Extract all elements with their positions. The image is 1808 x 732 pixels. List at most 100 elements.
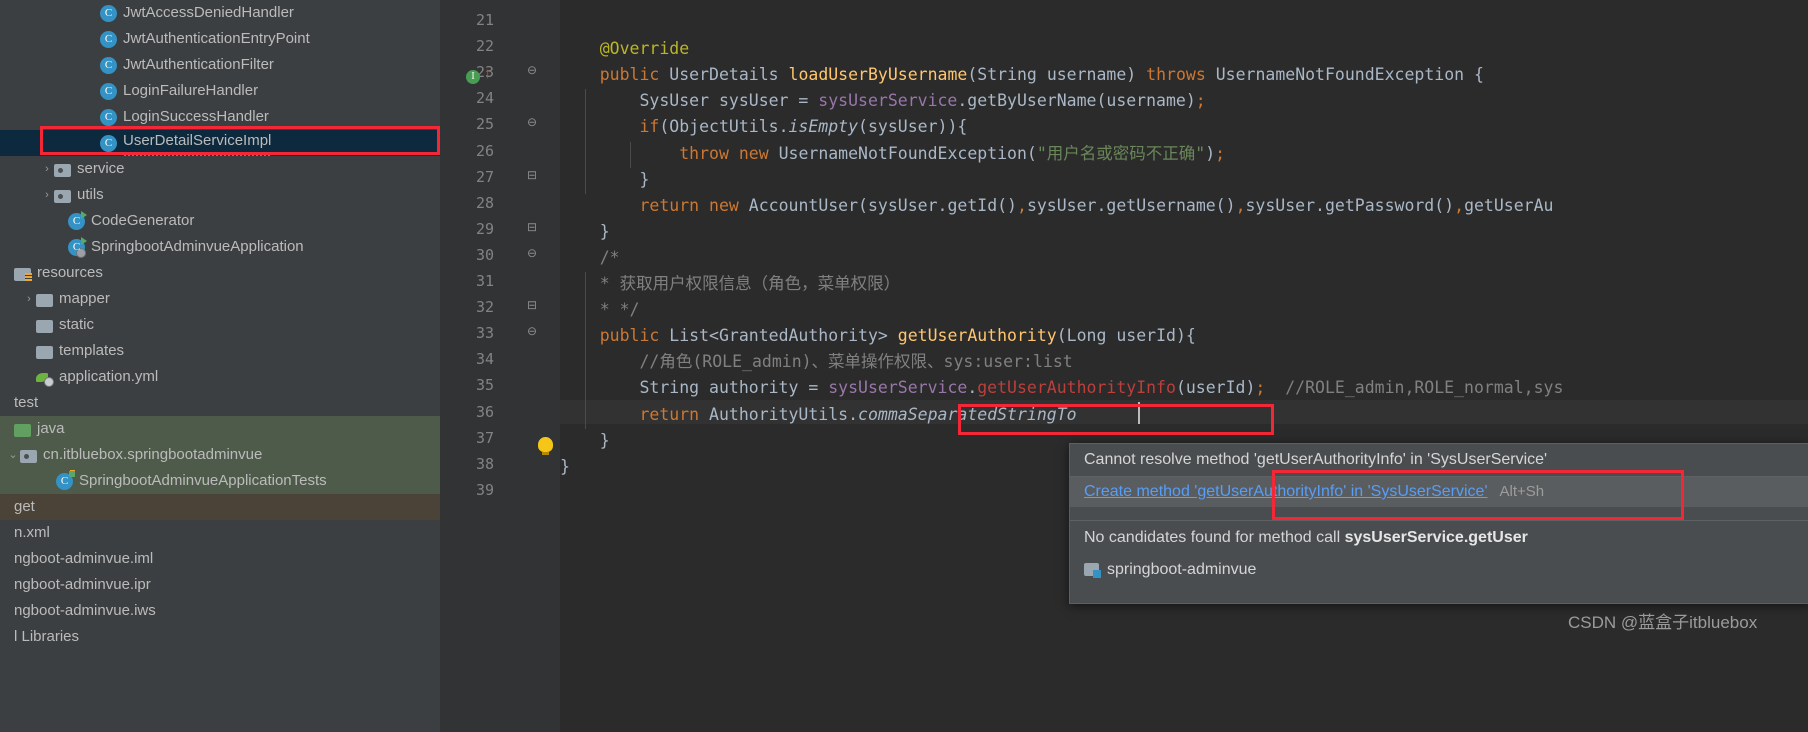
code-fold-toggle[interactable]: ⊟: [524, 220, 540, 234]
tree-item-codegenerator[interactable]: CodeGenerator: [0, 208, 440, 234]
tree-item-static[interactable]: static: [0, 312, 440, 338]
tree-item-label: JwtAuthenticationEntryPoint: [123, 30, 310, 47]
tree-item-n-xml[interactable]: n.xml: [0, 520, 440, 546]
code-line[interactable]: public List<GrantedAuthority> getUserAut…: [560, 324, 1196, 348]
line-number: 32: [475, 298, 494, 317]
code-fold-toggle[interactable]: ⊖: [524, 63, 540, 77]
code-line[interactable]: SysUser sysUser = sysUserService.getByUs…: [560, 89, 1205, 113]
indent-guide: [630, 141, 631, 168]
package-icon: [20, 449, 37, 463]
tree-item-label: CodeGenerator: [91, 212, 195, 229]
intention-bulb-icon[interactable]: [538, 437, 553, 455]
popup-quickfix-action[interactable]: Create method 'getUserAuthorityInfo' in …: [1070, 477, 1808, 507]
line-number: 33: [475, 324, 494, 343]
code-line[interactable]: * 获取用户权限信息（角色，菜单权限）: [560, 272, 900, 296]
code-line[interactable]: String authority = sysUserService.getUse…: [560, 376, 1563, 400]
java-class-icon: [100, 134, 117, 152]
tree-item-label: ngboot-adminvue.iws: [14, 602, 156, 619]
code-line[interactable]: throw new UsernameNotFoundException("用户名…: [560, 142, 1225, 166]
tree-item-ngboot-adminvue-iml[interactable]: ngboot-adminvue.iml: [0, 546, 440, 572]
code-line[interactable]: * */: [560, 298, 640, 322]
tree-item-springbootadminvueapplication[interactable]: SpringbootAdminvueApplication: [0, 234, 440, 260]
tree-item-jwtaccessdeniedhandler[interactable]: JwtAccessDeniedHandler: [0, 0, 440, 26]
tree-item-resources[interactable]: resources: [0, 260, 440, 286]
indent-guide: [585, 89, 586, 194]
code-line[interactable]: @Override: [560, 37, 689, 61]
tree-item-label: cn.itbluebox.springbootadminvue: [43, 446, 263, 463]
line-number: 38: [475, 454, 494, 473]
editor-marker-strip: [440, 0, 452, 732]
tree-item-service[interactable]: › service: [0, 156, 440, 182]
candidates-prefix: No candidates found for method call: [1084, 529, 1345, 546]
tree-item-label: ngboot-adminvue.ipr: [14, 576, 151, 593]
code-line[interactable]: //角色(ROLE_admin)、菜单操作权限、sys:user:list: [560, 350, 1072, 374]
tree-item-mapper[interactable]: › mapper: [0, 286, 440, 312]
code-line[interactable]: }: [560, 429, 610, 453]
tree-item-java[interactable]: java: [0, 416, 440, 442]
tree-item-label: JwtAccessDeniedHandler: [123, 4, 294, 21]
tree-item-application-yml[interactable]: application.yml: [0, 364, 440, 390]
tree-item-userdetailserviceimpl[interactable]: UserDetailServiceImpl: [0, 128, 440, 158]
tree-item-jwtauthenticationfilter[interactable]: JwtAuthenticationFilter: [0, 52, 440, 78]
expand-chevron-icon[interactable]: ⌄: [6, 442, 20, 468]
code-line[interactable]: }: [560, 168, 649, 192]
java-class-icon: [100, 82, 117, 100]
editor-line-number-gutter[interactable]: 21 22 23 24 25 26 27 28 29 30 31 32 33 34 35 36 37 38 39 ⊖ ⊖…: [452, 0, 560, 732]
tree-item-label: n.xml: [14, 524, 50, 541]
tree-item-loginsuccesshandler[interactable]: LoginSuccessHandler: [0, 104, 440, 130]
tree-item-get[interactable]: get: [0, 494, 440, 520]
line-number: 30: [475, 245, 494, 264]
implements-arrow-icon: ↑: [484, 65, 492, 82]
folder-icon: [36, 293, 53, 307]
line-number: 28: [475, 193, 494, 212]
shortcut-hint: Alt+Sh: [1499, 483, 1545, 500]
tree-item-label: LoginSuccessHandler: [123, 108, 269, 125]
popup-error-message: Cannot resolve method 'getUserAuthorityI…: [1084, 451, 1548, 468]
code-line[interactable]: }: [560, 455, 570, 479]
code-fold-toggle[interactable]: ⊖: [524, 324, 540, 338]
java-class-icon: [100, 30, 117, 48]
quickfix-popup[interactable]: Cannot resolve method 'getUserAuthorityI…: [1069, 443, 1808, 604]
java-class-icon: [100, 4, 117, 22]
code-line[interactable]: /*: [560, 246, 620, 270]
resources-folder-icon: [14, 267, 32, 281]
tree-item-ngboot-adminvue-iws[interactable]: ngboot-adminvue.iws: [0, 598, 440, 624]
tree-item-springbootadminvueapplicationtests[interactable]: SpringbootAdminvueApplicationTests: [0, 468, 440, 494]
line-number: 26: [475, 141, 494, 160]
code-line[interactable]: if(ObjectUtils.isEmpty(sysUser)){: [560, 115, 967, 139]
expand-chevron-icon[interactable]: ›: [40, 156, 54, 182]
line-number: 29: [475, 219, 494, 238]
tree-item-label: ngboot-adminvue.iml: [14, 550, 154, 567]
tree-item-jwtauthenticationentrypoint[interactable]: JwtAuthenticationEntryPoint: [0, 26, 440, 52]
tree-item-utils[interactable]: › utils: [0, 182, 440, 208]
code-line[interactable]: return AuthorityUtils.commaSeparatedStri…: [560, 403, 1076, 427]
code-line[interactable]: }: [560, 220, 610, 244]
code-fold-toggle[interactable]: ⊟: [524, 168, 540, 182]
tree-item-ngboot-adminvue-ipr[interactable]: ngboot-adminvue.ipr: [0, 572, 440, 598]
csdn-watermark: CSDN @蓝盒子itbluebox: [1568, 613, 1758, 632]
java-class-icon: [100, 56, 117, 74]
tree-item-test[interactable]: test: [0, 390, 440, 416]
line-number: 37: [475, 428, 494, 447]
tree-item-templates[interactable]: templates: [0, 338, 440, 364]
tree-item-l-libraries[interactable]: l Libraries: [0, 624, 440, 650]
code-fold-toggle[interactable]: ⊖: [524, 246, 540, 260]
tree-item-label: test: [14, 394, 39, 411]
create-method-link[interactable]: Create method 'getUserAuthorityInfo' in …: [1084, 483, 1488, 500]
tree-item-loginfailurehandler[interactable]: LoginFailureHandler: [0, 78, 440, 104]
code-line[interactable]: public UserDetails loadUserByUsername(St…: [560, 63, 1484, 87]
project-tree-panel[interactable]: JwtAccessDeniedHandler JwtAuthenticationE…: [0, 0, 440, 732]
expand-chevron-icon[interactable]: ›: [40, 182, 54, 208]
tree-item-label: JwtAuthenticationFilter: [123, 56, 274, 73]
tree-item-label: service: [77, 160, 125, 177]
tree-item-label: application.yml: [59, 368, 159, 385]
tree-item-cn-itbluebox-springbootadminvue[interactable]: ⌄ cn.itbluebox.springbootadminvue: [0, 442, 440, 468]
runnable-class-icon: [68, 210, 87, 230]
code-line[interactable]: return new AccountUser(sysUser.getId(),s…: [560, 194, 1553, 218]
override-marker-icon[interactable]: [466, 70, 480, 84]
code-fold-toggle[interactable]: ⊟: [524, 298, 540, 312]
tree-item-label: get: [14, 498, 35, 515]
expand-chevron-icon[interactable]: ›: [22, 286, 36, 312]
code-fold-toggle[interactable]: ⊖: [524, 115, 540, 129]
tree-item-label: l Libraries: [14, 628, 80, 645]
